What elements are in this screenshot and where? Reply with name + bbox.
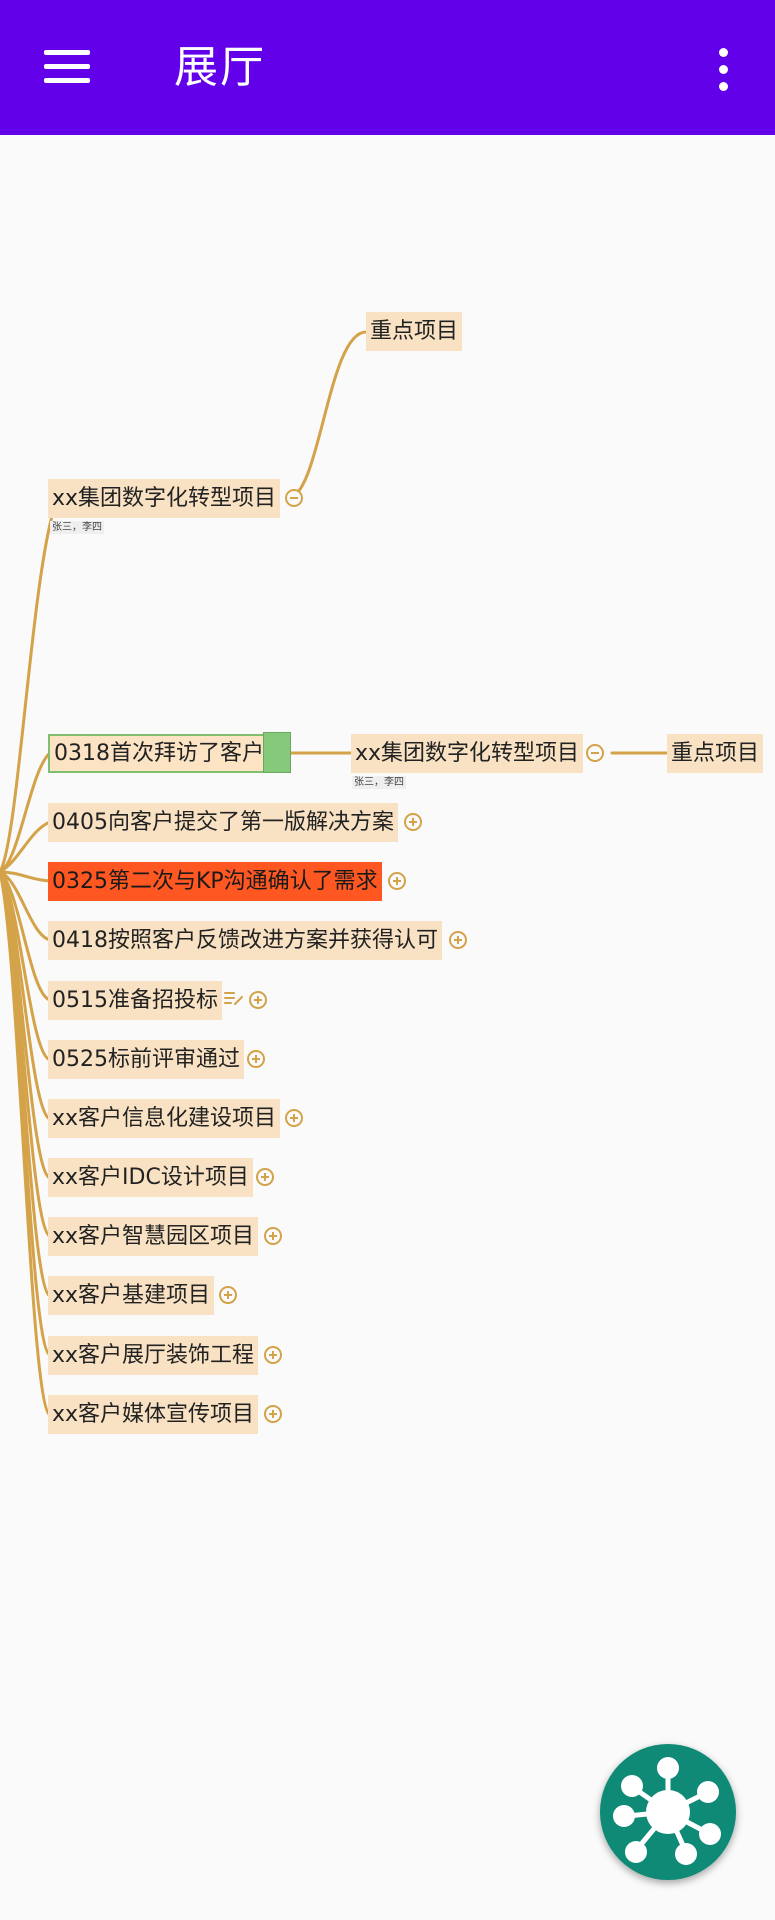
- expand-toggle-icon[interactable]: [388, 872, 406, 890]
- node-item-0405[interactable]: 0405向客户提交了第一版解决方案: [48, 803, 398, 842]
- mind-map-icon: [613, 1757, 721, 1865]
- expand-toggle-icon[interactable]: [219, 1286, 237, 1304]
- expand-toggle-icon[interactable]: [449, 931, 467, 949]
- node-item-0418[interactable]: 0418按照客户反馈改进方案并获得认可: [48, 921, 442, 960]
- node-selected[interactable]: 0318首次拜访了客户: [48, 734, 291, 773]
- node-note: 张三，李四: [352, 776, 406, 789]
- mindmap-branches: [0, 330, 669, 1417]
- node-item-0325[interactable]: 0325第二次与KP沟通确认了需求: [48, 862, 382, 901]
- expand-toggle-icon[interactable]: [285, 1109, 303, 1127]
- note-edit-icon[interactable]: [224, 990, 244, 1006]
- node-key-project[interactable]: 重点项目: [667, 734, 764, 773]
- node-item-hall-project[interactable]: xx客户展厅装饰工程: [48, 1336, 259, 1375]
- node-child-project[interactable]: xx集团数字化转型项目: [351, 734, 584, 773]
- node-item-0525[interactable]: 0525标前评审通过: [48, 1040, 244, 1079]
- expand-toggle-icon[interactable]: [247, 1050, 265, 1068]
- expand-toggle-icon[interactable]: [404, 813, 422, 831]
- expand-toggle-icon[interactable]: [264, 1346, 282, 1364]
- expand-toggle-icon[interactable]: [264, 1405, 282, 1423]
- node-key-project[interactable]: 重点项目: [366, 312, 463, 351]
- node-item-0515[interactable]: 0515准备招投标: [48, 981, 222, 1020]
- collapse-toggle-icon[interactable]: [285, 489, 303, 507]
- selection-handle[interactable]: [263, 732, 291, 773]
- mind-map-fab[interactable]: [600, 1744, 736, 1880]
- expand-toggle-icon[interactable]: [249, 991, 267, 1009]
- node-item-idc-project[interactable]: xx客户IDC设计项目: [48, 1158, 253, 1197]
- node-item-infra-project[interactable]: xx客户基建项目: [48, 1276, 215, 1315]
- expand-toggle-icon[interactable]: [264, 1227, 282, 1245]
- node-item-media-project[interactable]: xx客户媒体宣传项目: [48, 1395, 259, 1434]
- expand-toggle-icon[interactable]: [256, 1168, 274, 1186]
- node-item-info-project[interactable]: xx客户信息化建设项目: [48, 1099, 281, 1138]
- collapse-toggle-icon[interactable]: [586, 744, 604, 762]
- node-top-branch[interactable]: xx集团数字化转型项目: [48, 479, 281, 518]
- node-note: 张三，李四: [50, 521, 104, 534]
- node-item-park-project[interactable]: xx客户智慧园区项目: [48, 1217, 259, 1256]
